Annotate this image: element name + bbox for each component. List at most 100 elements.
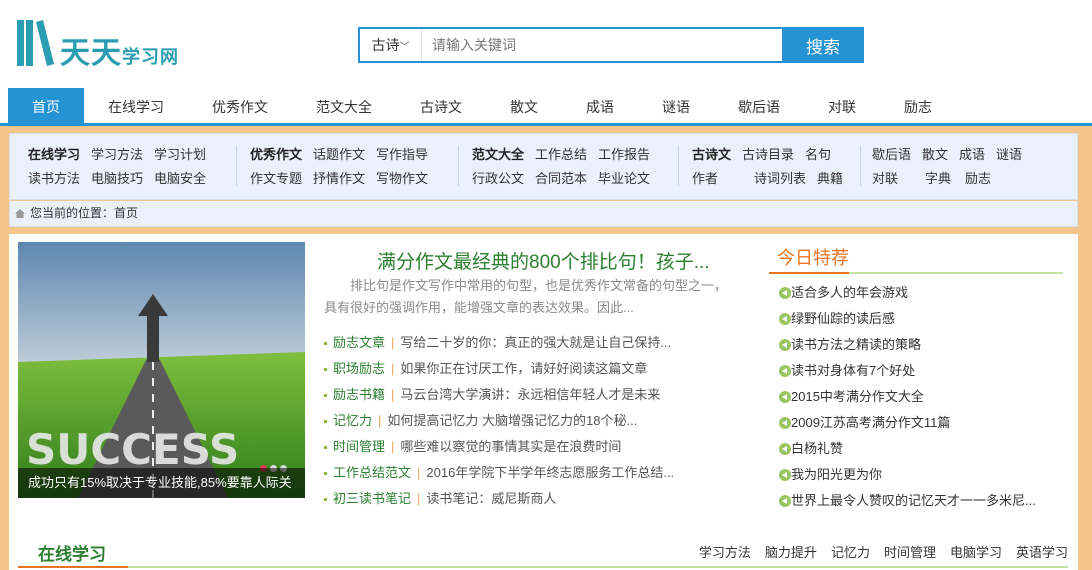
today-item[interactable]: 我为阳光更为你 [769,462,1063,488]
news-category[interactable]: 初三读书笔记 [333,491,411,506]
nav-item-idioms[interactable]: 成语 [574,88,626,123]
subnav-heading[interactable]: 范文大全 [472,147,524,162]
today-item[interactable]: 读书对身体有7个好处 [769,358,1063,384]
news-item[interactable]: 职场励志 | 如果你正在讨厌工作，请好好阅读这篇文章 [324,356,744,382]
subnav-heading[interactable]: 古诗文 [692,147,731,162]
search-category-select[interactable]: 古诗﹀ [360,29,422,61]
today-item[interactable]: 2009江苏高考满分作文11篇 [769,410,1063,436]
subnav-link[interactable]: 读书方法 [28,171,80,186]
news-category[interactable]: 记忆力 [333,413,372,428]
subnav-group-misc: 歇后语 散文 成语 谜语 对联 字典 励志 [872,144,1033,192]
nav-item-home[interactable]: 首页 [8,88,84,123]
subnav: 在线学习 学习方法 学习计划 读书方法 电脑技巧 电脑安全 优秀作文 话题作文 写作指导 作… [9,133,1078,200]
search-input[interactable] [424,29,780,61]
news-item[interactable]: 励志书籍 | 马云台湾大学演讲：永远相信年轻人才是未来 [324,382,744,408]
news-category[interactable]: 时间管理 [333,439,385,454]
subnav-divider [458,146,459,186]
subnav-link[interactable]: 毕业论文 [598,171,650,186]
subnav-link[interactable]: 励志 [965,171,991,186]
subnav-link[interactable]: 谜语 [996,147,1022,162]
subnav-link[interactable]: 字典 [925,171,951,186]
subnav-link[interactable]: 电脑安全 [154,171,206,186]
news-item[interactable]: 工作总结范文 | 2016年学院下半学年终志愿服务工作总结... [324,460,744,486]
news-category[interactable]: 职场励志 [333,361,385,376]
hero-slider[interactable]: SUCCESS 成功只有15%取决于专业技能,85%要靠人际关 [18,242,305,498]
feature-summary: 排比句是作文写作中常用的句型，也是优秀作文常备的句型之一，具有很好的强调作用，能… [324,278,728,315]
nav-item-essays[interactable]: 优秀作文 [200,88,280,123]
nav-item-online-study[interactable]: 在线学习 [96,88,176,123]
hero-caption[interactable]: 成功只有15%取决于专业技能,85%要靠人际关 [18,468,305,498]
subnav-link[interactable]: 写物作文 [376,171,428,186]
nav-item-xiehouyu[interactable]: 歇后语 [726,88,792,123]
section-link[interactable]: 电脑学习 [950,545,1002,560]
nav-item-prose[interactable]: 散文 [498,88,550,123]
news-title[interactable]: 如果你正在讨厌工作，请好好阅读这篇文章 [400,361,647,376]
subnav-group-essays: 优秀作文 话题作文 写作指导 作文专题 抒情作文 写物作文 [250,144,439,192]
news-item[interactable]: 励志文章 | 写给二十岁的你：真正的强大就是让自己保持... [324,330,744,356]
nav-item-templates[interactable]: 范文大全 [304,88,384,123]
subnav-heading[interactable]: 优秀作文 [250,147,302,162]
today-title: 今日特荐 [769,242,1063,274]
speaker-icon [779,391,791,403]
nav-item-poetry[interactable]: 古诗文 [406,88,476,123]
subnav-link[interactable]: 学习计划 [154,147,206,162]
section-title[interactable]: 在线学习 [38,540,106,565]
news-item[interactable]: 时间管理 | 哪些难以察觉的事情其实是在浪费时间 [324,434,744,460]
subnav-link[interactable]: 典籍 [817,171,843,186]
site-logo[interactable]: 天天学习网 [16,14,186,71]
subnav-link[interactable]: 古诗目录 [742,147,794,162]
nav-item-riddles[interactable]: 谜语 [650,88,702,123]
news-title[interactable]: 读书笔记：威尼斯商人 [426,491,556,506]
subnav-link[interactable]: 学习方法 [91,147,143,162]
subnav-link[interactable]: 作者 [692,171,718,186]
subnav-link[interactable]: 行政公文 [472,171,524,186]
subnav-link[interactable]: 工作总结 [535,147,587,162]
section-link[interactable]: 学习方法 [699,545,751,560]
speaker-icon [779,313,791,325]
subnav-link[interactable]: 对联 [872,171,898,186]
today-item[interactable]: 白杨礼赞 [769,436,1063,462]
news-title[interactable]: 马云台湾大学演讲：永远相信年轻人才是未来 [400,387,660,402]
subnav-link[interactable]: 歇后语 [872,147,911,162]
nav-item-couplets[interactable]: 对联 [816,88,868,123]
breadcrumb-home-link[interactable]: 首页 [114,206,138,220]
subnav-link[interactable]: 名句 [805,147,831,162]
subnav-link[interactable]: 成语 [959,147,985,162]
subnav-link[interactable]: 合同范本 [535,171,587,186]
news-item[interactable]: 记忆力 | 如何提高记忆力 大脑增强记忆力的18个秘... [324,408,744,434]
news-title[interactable]: 如何提高记忆力 大脑增强记忆力的18个秘... [387,413,637,428]
today-item[interactable]: 适合多人的年会游戏 [769,280,1063,306]
today-item[interactable]: 2015中考满分作文大全 [769,384,1063,410]
subnav-link[interactable]: 电脑技巧 [91,171,143,186]
news-title[interactable]: 2016年学院下半学年终志愿服务工作总结... [426,465,674,480]
subnav-link[interactable]: 写作指导 [376,147,428,162]
subnav-link[interactable]: 诗词列表 [754,171,806,186]
today-item[interactable]: 世界上最令人赞叹的记忆天才一一多米尼... [769,488,1063,514]
section-link[interactable]: 英语学习 [1016,545,1068,560]
bullet-icon [324,368,327,372]
subnav-heading[interactable]: 在线学习 [28,147,80,162]
news-item[interactable]: 初三读书笔记 | 读书笔记：威尼斯商人 [324,486,744,512]
speaker-icon [779,417,791,429]
header: 天天学习网 古诗﹀ 搜索 [0,0,1092,88]
nav-item-inspiration[interactable]: 励志 [892,88,944,123]
subnav-link[interactable]: 作文专题 [250,171,302,186]
news-title[interactable]: 哪些难以察觉的事情其实是在浪费时间 [400,439,621,454]
section-link[interactable]: 记忆力 [831,545,870,560]
subnav-link[interactable]: 话题作文 [313,147,365,162]
news-category[interactable]: 工作总结范文 [333,465,411,480]
subnav-link[interactable]: 抒情作文 [313,171,365,186]
today-item[interactable]: 绿野仙踪的读后感 [769,306,1063,332]
news-title[interactable]: 写给二十岁的你：真正的强大就是让自己保持... [400,335,671,350]
feature-headline[interactable]: 满分作文最经典的800个排比句！孩子... [377,247,710,274]
news-category[interactable]: 励志文章 [333,335,385,350]
news-category[interactable]: 励志书籍 [333,387,385,402]
section-link[interactable]: 时间管理 [884,545,936,560]
search-button[interactable]: 搜索 [782,27,864,63]
subnav-link[interactable]: 散文 [922,147,948,162]
section-link[interactable]: 脑力提升 [765,545,817,560]
today-item[interactable]: 读书方法之精读的策略 [769,332,1063,358]
speaker-icon [779,339,791,351]
subnav-link[interactable]: 工作报告 [598,147,650,162]
speaker-icon [779,443,791,455]
